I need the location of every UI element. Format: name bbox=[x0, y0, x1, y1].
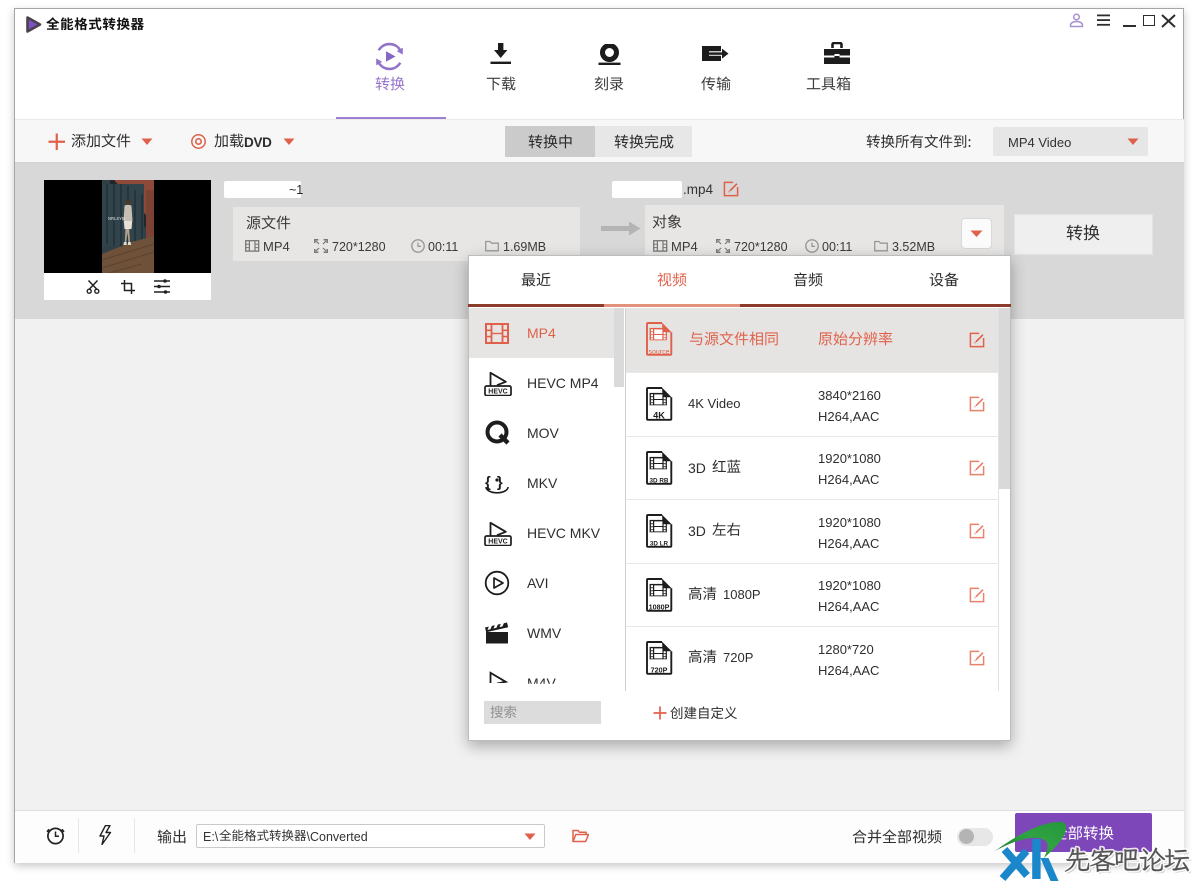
svg-text:NRLSYB: NRLSYB bbox=[108, 216, 125, 221]
svg-text:720P: 720P bbox=[651, 666, 668, 675]
svg-text:source: source bbox=[648, 349, 669, 356]
svg-text:1080P: 1080P bbox=[649, 602, 670, 611]
svg-text:4K: 4K bbox=[653, 411, 665, 421]
svg-text:HEVC: HEVC bbox=[488, 389, 507, 396]
svg-text:3D RB: 3D RB bbox=[650, 477, 669, 484]
svg-text:3D LR: 3D LR bbox=[650, 541, 669, 548]
svg-text:HEVC: HEVC bbox=[488, 539, 507, 546]
svg-text:{ }: { } bbox=[485, 474, 503, 491]
